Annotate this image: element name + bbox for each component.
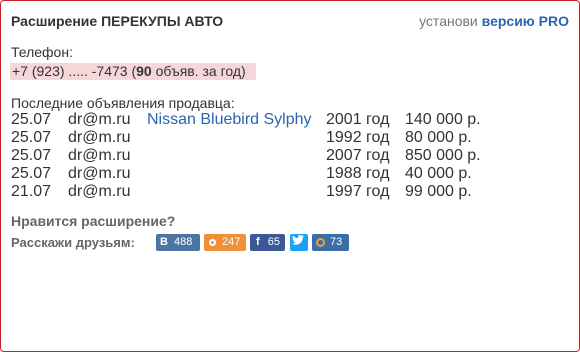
ads-count: 90 <box>136 63 152 79</box>
ad-user: dr@m.ru <box>68 129 131 146</box>
ad-year: 1988 год <box>326 165 390 182</box>
ad-year: 1992 год <box>326 129 390 146</box>
share-fb-button[interactable]: f 65 <box>250 234 285 251</box>
phone-line: +7 (923) ..... -7473 (90 объяв. за год) <box>10 63 256 80</box>
install-prefix: установи <box>419 13 478 29</box>
ad-price: 140 000 р. <box>405 111 481 128</box>
ad-model-link[interactable]: Nissan Bluebird Sylphy <box>147 111 312 129</box>
share-twitter-button[interactable] <box>290 234 308 251</box>
phone-number: +7 (923) ..... -7473 <box>12 63 128 79</box>
share-ok-button[interactable]: 247 <box>204 234 246 251</box>
share-mailru-count: 73 <box>330 236 343 248</box>
ad-date: 25.07 <box>11 111 52 128</box>
ad-year: 2007 год <box>326 147 390 164</box>
twitter-bird-glyph <box>292 235 304 245</box>
popup-title: Расширение ПЕРЕКУПЫ АВТО <box>11 13 224 29</box>
ad-price: 40 000 р. <box>405 165 472 182</box>
odnoklassniki-icon <box>209 239 216 246</box>
ads-count-suffix: объяв. за год) <box>151 63 246 79</box>
ad-user: dr@m.ru <box>68 183 131 200</box>
ad-year: 1997 год <box>326 183 390 200</box>
list-item: 25.07 dr@m.ru 1988 год 40 000 р. <box>11 165 571 183</box>
list-item: 25.07 dr@m.ru Nissan Bluebird Sylphy 200… <box>11 111 571 129</box>
ad-year: 2001 год <box>326 111 390 128</box>
ad-user: dr@m.ru <box>68 111 131 128</box>
install-pro-promo: установи версию PRO <box>419 13 569 29</box>
ad-date: 25.07 <box>11 147 52 164</box>
share-mailru-button[interactable]: 73 <box>312 234 349 251</box>
share-ok-count: 247 <box>222 236 241 248</box>
phone-label: Телефон: <box>11 44 73 60</box>
facebook-icon: f <box>256 236 260 248</box>
ads-count-open: ( <box>127 63 137 79</box>
recent-ads-label: Последние объявления продавца: <box>11 95 235 111</box>
recent-ads-list: 25.07 dr@m.ru Nissan Bluebird Sylphy 200… <box>11 111 571 201</box>
ad-date: 25.07 <box>11 129 52 146</box>
ad-date: 25.07 <box>11 165 52 182</box>
popup-header: Расширение ПЕРЕКУПЫ АВТО установи версию… <box>11 13 569 33</box>
list-item: 25.07 dr@m.ru 2007 год 850 000 р. <box>11 147 571 165</box>
ad-price: 850 000 р. <box>405 147 481 164</box>
pro-version-link[interactable]: версию PRO <box>482 13 569 29</box>
ad-date: 21.07 <box>11 183 52 200</box>
share-vk-count: 488 <box>174 236 193 248</box>
extension-popup: Расширение ПЕРЕКУПЫ АВТО установи версию… <box>0 0 580 352</box>
vk-icon: В <box>160 236 168 248</box>
share-vk-button[interactable]: В 488 <box>156 234 200 251</box>
like-question: Нравится расширение? <box>11 213 176 229</box>
share-fb-count: 65 <box>267 236 280 248</box>
ad-user: dr@m.ru <box>68 147 131 164</box>
list-item: 21.07 dr@m.ru 1997 год 99 000 р. <box>11 183 571 201</box>
ad-price: 80 000 р. <box>405 129 472 146</box>
ad-price: 99 000 р. <box>405 183 472 200</box>
twitter-icon <box>290 234 306 251</box>
list-item: 25.07 dr@m.ru 1992 год 80 000 р. <box>11 129 571 147</box>
ad-user: dr@m.ru <box>68 165 131 182</box>
mailru-icon <box>316 238 325 247</box>
share-label: Расскажи друзьям: <box>11 235 135 250</box>
